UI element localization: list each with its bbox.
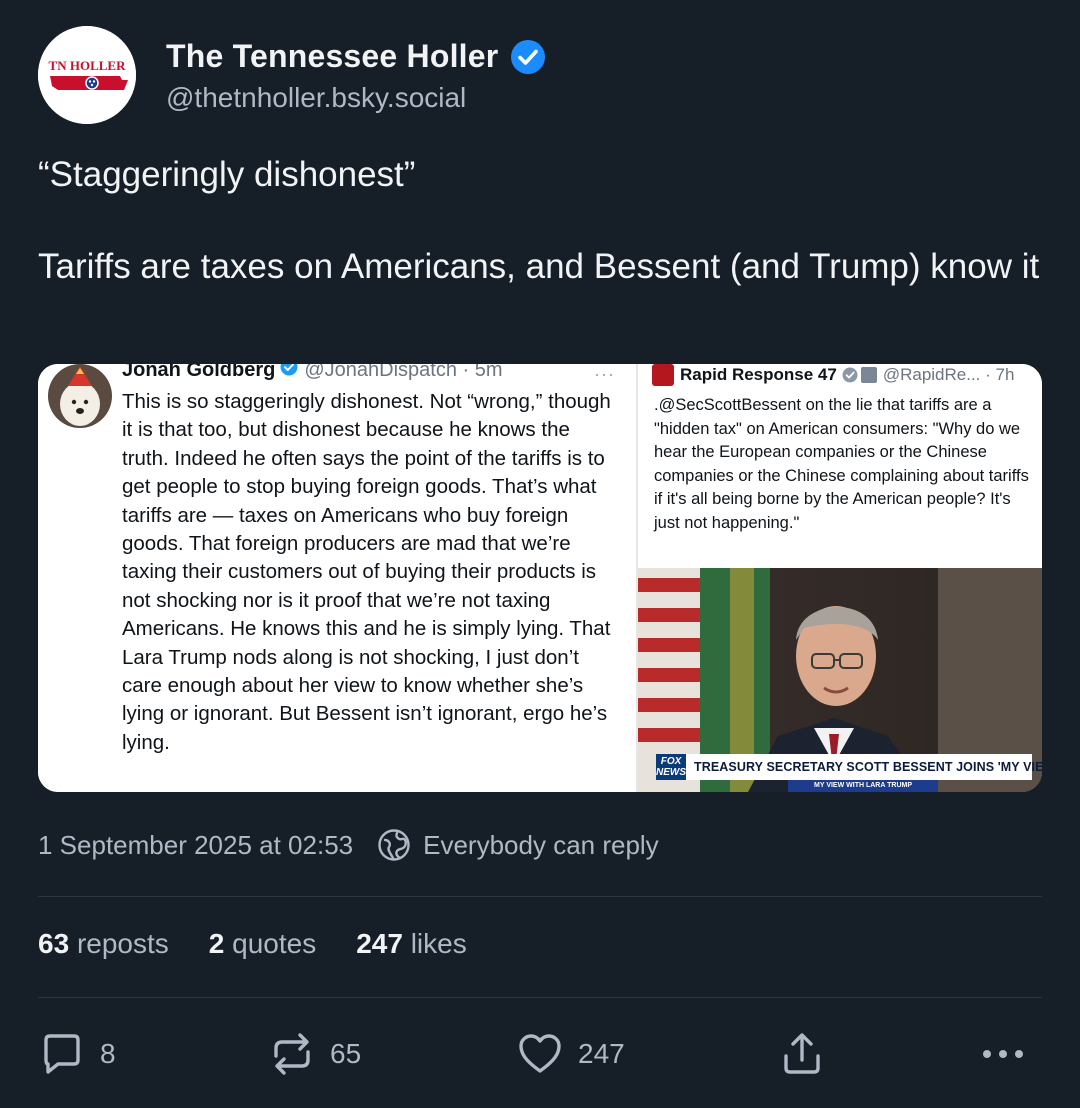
reply-icon [44,1034,80,1074]
embedded-tweet-left: Jonah Goldberg @JonahDispatch · 5m ··· T… [38,364,636,792]
news-chyron: FOX NEWS TREASURY SECRETARY SCOTT BESSEN… [656,754,1042,780]
quotes-count: 2 [208,928,225,959]
chyron-subtitle: MY VIEW WITH LARA TRUMP [788,780,938,792]
divider-bottom [38,997,1042,998]
fox-news-logo: FOX NEWS [656,754,686,780]
author-display-name[interactable]: The Tennessee Holler [166,38,498,75]
rapid-response-tweet-body: .@SecScottBessent on the lie that tariff… [654,396,1029,532]
post-image[interactable]: Jonah Goldberg @JonahDispatch · 5m ··· T… [38,364,1042,792]
likes-label: likes [410,928,467,959]
reply-settings-label: Everybody can reply [423,829,659,860]
likes-stat[interactable]: 247 likes [356,928,467,960]
more-options-button[interactable] [978,1030,1028,1078]
avatar-logo-text: TN HOLLER [49,58,127,73]
embedded-tweet-right: Rapid Response 47 @RapidRe... · 7h .@Sec… [638,364,1042,792]
video-thumbnail: FOX NEWS TREASURY SECRETARY SCOTT BESSEN… [638,568,1042,792]
quotes-stat[interactable]: 2 quotes [209,928,316,960]
share-icon [784,1033,820,1074]
reply-count: 8 [100,1038,116,1069]
post-timestamp[interactable]: 1 September 2025 at 02:53 [38,830,353,861]
more-options-icon [983,1050,1023,1058]
rapid-response-verified-icon [842,367,858,383]
share-button[interactable] [778,1030,826,1078]
more-icon: ··· [594,364,615,384]
repost-button[interactable]: 65 [268,1030,361,1078]
reply-button[interactable]: 8 [38,1030,116,1078]
jonah-avatar [48,364,112,428]
jonah-handle-time: @JonahDispatch · 5m [304,364,503,381]
like-count: 247 [578,1038,625,1069]
quotes-label: quotes [232,928,317,959]
rapid-response-logo-icon [652,364,674,386]
post-text: “Staggeringly dishonest” Tariffs are tax… [38,152,1042,290]
reposts-stat[interactable]: 63 reposts [38,928,169,960]
divider-top [38,896,1042,897]
jonah-verified-icon [280,364,298,376]
post-text-line-2: Tariffs are taxes on Americans, and Bess… [38,247,1040,286]
repost-count: 65 [330,1038,362,1069]
post-meta: 1 September 2025 at 02:53 Everybody can … [38,828,659,862]
heart-icon [519,1034,561,1073]
post-text-line-1: “Staggeringly dishonest” [38,155,416,194]
engagement-stats: 63 reposts 2 quotes 247 likes [38,928,507,960]
like-button[interactable]: 247 [516,1030,625,1078]
rapid-response-name: Rapid Response 47 [680,365,837,384]
rapid-response-handle-time: @RapidRe... · 7h [882,365,1015,384]
author-avatar[interactable]: TN HOLLER [38,26,136,124]
post-header: TN HOLLER The Tennessee Holler @thetnhol… [38,26,1038,124]
chyron-text: TREASURY SECRETARY SCOTT BESSENT JOINS '… [694,760,1042,774]
reposts-count: 63 [38,928,70,959]
jonah-name: Jonah Goldberg [122,364,276,381]
reposts-label: reposts [76,928,169,959]
jonah-tweet-body: This is so staggeringly dishonest. Not “… [122,390,611,754]
reply-settings-icon [378,829,410,861]
verified-badge-icon[interactable] [510,39,546,75]
action-bar: 8 65 247 [38,1030,1042,1082]
repost-icon [274,1033,310,1075]
government-affiliate-icon [860,367,877,383]
author-handle[interactable]: @thetnholler.bsky.social [166,82,466,114]
likes-count: 247 [356,928,403,959]
